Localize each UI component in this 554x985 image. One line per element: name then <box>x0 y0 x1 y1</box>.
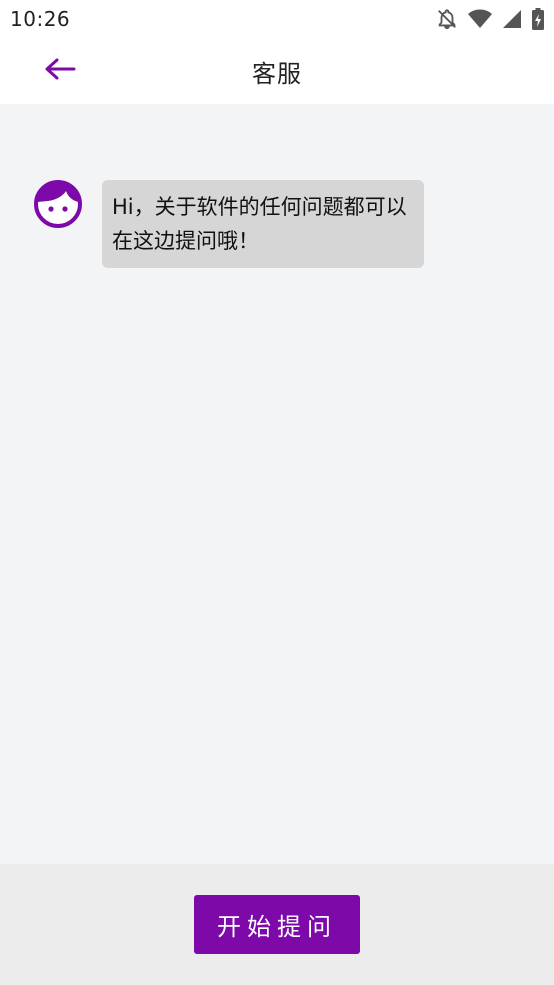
start-asking-button[interactable]: 开始提问 <box>194 895 360 954</box>
status-bar: 10:26 <box>0 0 554 38</box>
bottom-bar: 开始提问 <box>0 864 554 985</box>
cellular-signal-icon <box>502 9 522 29</box>
back-button[interactable] <box>40 51 80 91</box>
wifi-icon <box>468 9 492 29</box>
chat-area[interactable]: Hi，关于软件的任何问题都可以在这边提问哦！ <box>0 104 554 864</box>
status-time: 10:26 <box>10 7 71 31</box>
notifications-off-icon <box>436 8 458 30</box>
page-title: 客服 <box>252 59 302 88</box>
message-bubble: Hi，关于软件的任何问题都可以在这边提问哦！ <box>102 180 424 268</box>
status-icons <box>436 8 544 30</box>
arrow-left-icon <box>44 58 76 84</box>
battery-charging-icon <box>532 8 544 30</box>
message-row: Hi，关于软件的任何问题都可以在这边提问哦！ <box>34 180 424 268</box>
face-avatar-icon <box>34 180 82 228</box>
app-bar: 客服 <box>0 38 554 104</box>
